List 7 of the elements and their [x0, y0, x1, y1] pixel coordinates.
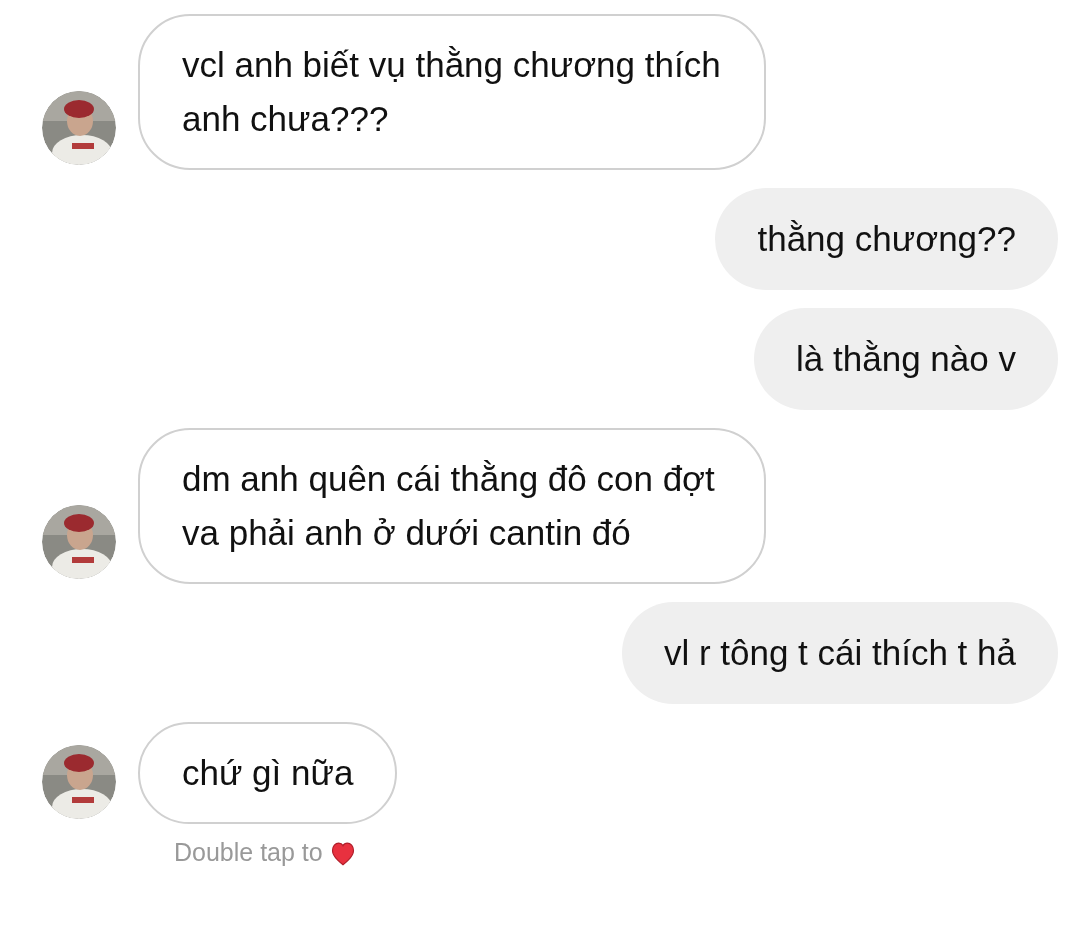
- message-bubble: là thằng nào v: [754, 308, 1058, 410]
- message-bubble: chứ gì nữa: [138, 722, 398, 824]
- message-bubble: dm anh quên cái thằng đô con đợt va phải anh ở dưới cantin đó: [138, 428, 766, 584]
- message-bubble: vl r tông t cái thích t hả: [621, 602, 1058, 704]
- message-bubble: thằng chương??: [715, 188, 1058, 290]
- double-tap-hint: Double tap to: [174, 837, 323, 868]
- message-bubble: vcl anh biết vụ thằng chương thích anh chưa???: [138, 14, 766, 170]
